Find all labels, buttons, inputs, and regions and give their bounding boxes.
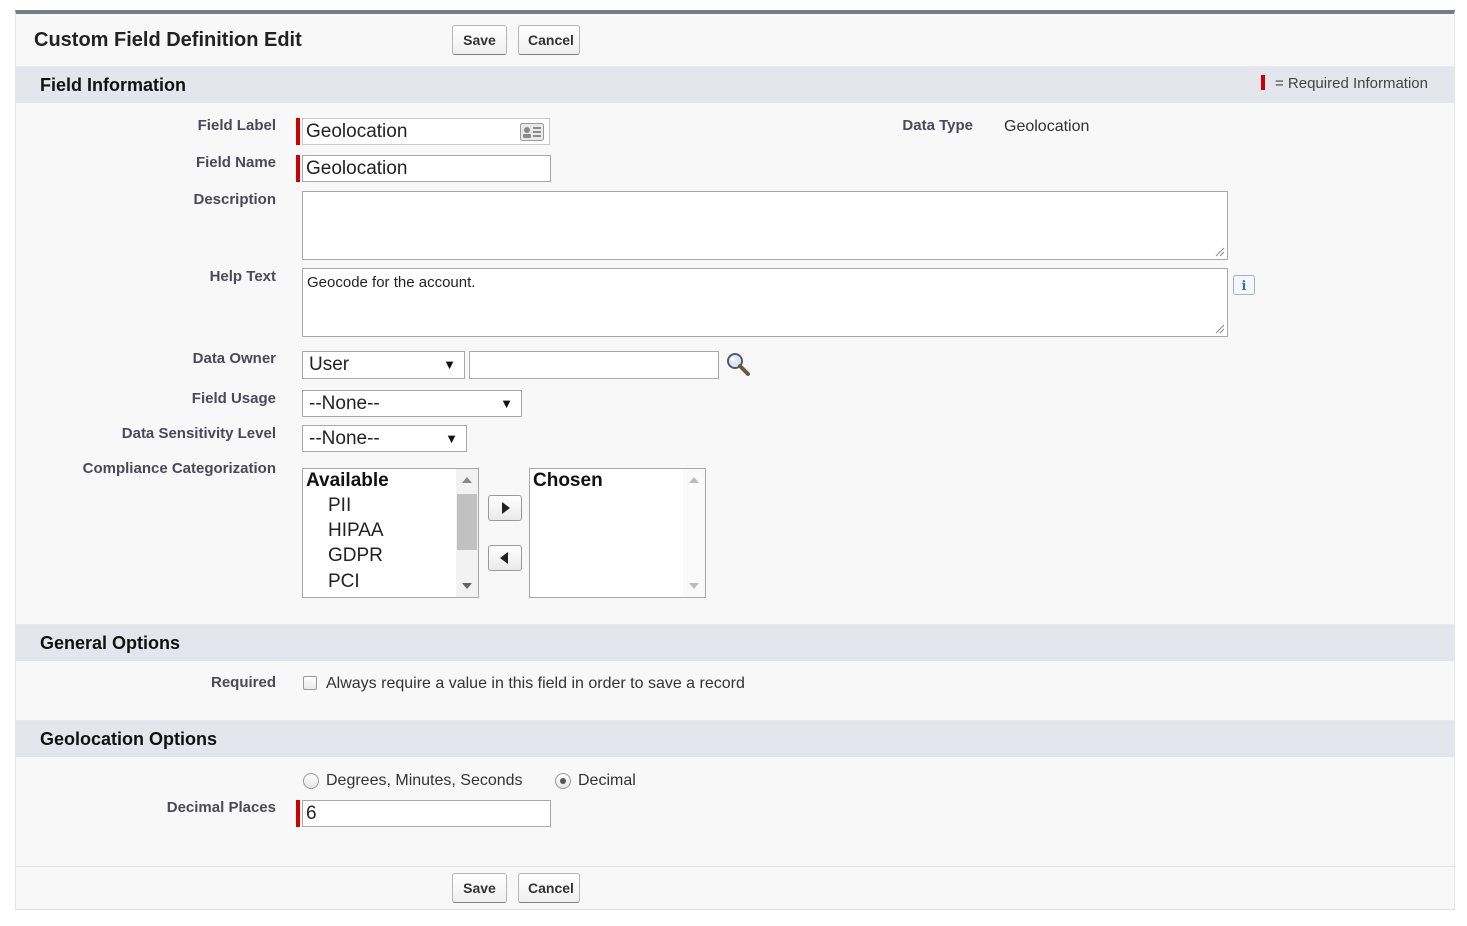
magnifier-lookup-icon[interactable] <box>725 352 751 376</box>
contact-card-icon[interactable] <box>520 123 544 141</box>
decimal-places-label: Decimal Places <box>166 799 276 816</box>
resize-grip-icon[interactable] <box>1215 324 1225 334</box>
section-general-options: General Options <box>16 624 1454 661</box>
required-marker <box>1260 75 1265 90</box>
help-text-textarea[interactable]: Geocode for the account. <box>302 268 1228 337</box>
scroll-up-icon[interactable] <box>462 477 472 483</box>
required-legend-text: = Required Information <box>1274 75 1428 92</box>
field-name-input[interactable]: Geolocation <box>302 155 551 182</box>
section-title: General Options <box>40 633 181 653</box>
required-legend: = Required Information <box>1260 75 1428 92</box>
scroll-thumb[interactable] <box>457 494 477 550</box>
field-name-label: Field Name <box>195 154 276 171</box>
page-title: Custom Field Definition Edit <box>34 29 302 51</box>
field-usage-label: Field Usage <box>191 390 276 407</box>
scroll-up-icon[interactable] <box>689 477 699 483</box>
resize-grip-icon[interactable] <box>1215 247 1225 257</box>
dropdown-arrow-icon: ▼ <box>445 431 458 446</box>
chosen-header: Chosen <box>533 470 603 491</box>
save-button-top[interactable]: Save <box>452 25 507 55</box>
arrow-right-icon <box>502 502 510 514</box>
data-sensitivity-select[interactable]: --None-- ▼ <box>302 425 467 452</box>
scrollbar[interactable] <box>683 469 705 597</box>
radio-label: Decimal <box>578 772 636 789</box>
field-label-value: Geolocation <box>306 121 408 142</box>
required-indicator <box>296 800 300 827</box>
section-field-information: Field Information = Required Information <box>16 66 1454 103</box>
info-icon[interactable]: i <box>1233 275 1255 295</box>
section-geolocation-options: Geolocation Options <box>16 720 1454 757</box>
required-checkbox-text: Always require a value in this field in … <box>326 675 745 692</box>
data-owner-input[interactable] <box>469 351 719 379</box>
scroll-down-icon[interactable] <box>689 583 699 589</box>
remove-from-chosen-button[interactable] <box>488 545 522 571</box>
available-listbox[interactable]: Available PII HIPAA GDPR PCI <box>302 468 479 598</box>
field-usage-select[interactable]: --None-- ▼ <box>302 390 522 417</box>
data-owner-type-value: User <box>309 354 350 375</box>
add-to-chosen-button[interactable] <box>488 495 522 521</box>
custom-field-edit-page: Custom Field Definition Edit Save Cancel… <box>15 10 1455 910</box>
required-indicator <box>296 118 300 145</box>
cancel-button-top[interactable]: Cancel <box>518 25 580 55</box>
compliance-label: Compliance Categorization <box>82 460 276 477</box>
data-owner-type-select[interactable]: User ▼ <box>302 351 465 379</box>
data-sensitivity-value: --None-- <box>309 428 380 449</box>
help-text-label: Help Text <box>209 268 276 285</box>
save-button-bottom[interactable]: Save <box>452 873 507 903</box>
field-label-input[interactable]: Geolocation <box>302 118 550 145</box>
field-label-label: Field Label <box>197 117 276 134</box>
field-usage-value: --None-- <box>309 393 380 414</box>
list-item[interactable]: HIPAA <box>328 520 384 542</box>
data-type-label: Data Type <box>902 117 973 134</box>
cancel-button-bottom[interactable]: Cancel <box>518 873 580 903</box>
description-textarea[interactable] <box>302 191 1228 260</box>
scroll-down-icon[interactable] <box>462 583 472 589</box>
required-checkbox[interactable] <box>303 676 317 690</box>
dropdown-arrow-icon: ▼ <box>500 396 513 411</box>
section-title: Field Information <box>40 75 186 95</box>
radio-decimal[interactable] <box>555 773 571 789</box>
svg-text:i: i <box>1242 279 1247 294</box>
list-item[interactable]: PCI <box>328 571 360 593</box>
list-item[interactable]: GDPR <box>328 545 383 567</box>
list-item[interactable]: PII <box>328 495 351 517</box>
scrollbar[interactable] <box>456 469 478 597</box>
decimal-places-input[interactable]: 6 <box>302 800 551 827</box>
data-type-value: Geolocation <box>1004 118 1090 135</box>
required-label: Required <box>210 674 276 691</box>
arrow-left-icon <box>500 552 508 564</box>
available-header: Available <box>306 470 389 491</box>
section-title: Geolocation Options <box>40 729 218 749</box>
footer-divider <box>16 866 1454 867</box>
help-text-value: Geocode for the account. <box>307 274 476 291</box>
data-owner-label: Data Owner <box>192 350 276 367</box>
dropdown-arrow-icon: ▼ <box>443 357 456 372</box>
radio-label: Degrees, Minutes, Seconds <box>326 772 523 789</box>
required-indicator <box>296 155 300 182</box>
radio-degrees-minutes-seconds[interactable] <box>303 773 319 789</box>
description-label: Description <box>193 191 276 208</box>
chosen-listbox[interactable]: Chosen <box>529 468 706 598</box>
data-sensitivity-label: Data Sensitivity Level <box>121 425 276 442</box>
